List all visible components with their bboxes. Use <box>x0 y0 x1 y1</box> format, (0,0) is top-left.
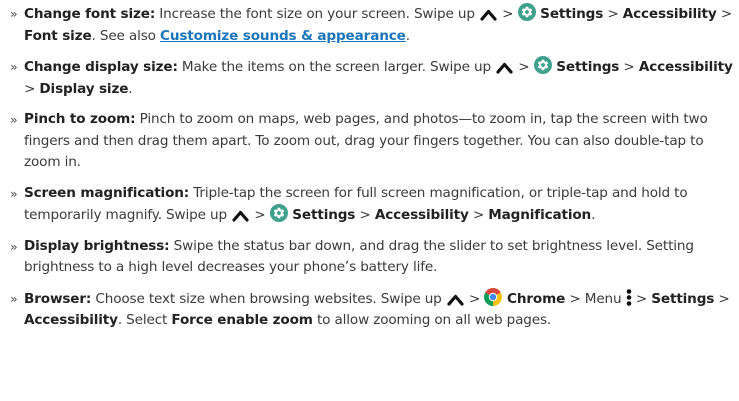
body-text: > <box>468 207 489 223</box>
chevron-up-icon <box>232 209 249 222</box>
bold-term: Font size <box>24 27 92 44</box>
chevron-up-icon <box>480 8 497 21</box>
item-text: Pinch to zoom: Pinch to zoom on maps, we… <box>24 109 735 174</box>
bold-term: Accessibility <box>24 312 118 328</box>
body-text: > <box>250 207 270 223</box>
bold-term: Screen magnification: <box>24 184 190 201</box>
body-text: > <box>619 59 639 75</box>
bold-term: Force enable zoom <box>171 312 313 328</box>
item-display-brightness: » Display brightness: Swipe the status ba… <box>10 236 735 279</box>
bold-term: Change font size: <box>24 6 156 22</box>
item-pinch-to-zoom: » Pinch to zoom: Pinch to zoom on maps, w… <box>10 109 735 174</box>
item-text: Browser: Choose text size when browsing … <box>24 287 735 332</box>
chrome-icon <box>484 287 503 306</box>
bold-term: Accessibility <box>622 6 717 22</box>
bold-term: Accessibility <box>638 59 733 75</box>
item-screen-magnification: » Screen magnification: Triple-tap the sc… <box>10 183 735 227</box>
body-text: > <box>716 6 732 22</box>
item-text: Screen magnification: Triple-tap the scr… <box>24 183 735 227</box>
bold-term: Settings <box>287 207 356 223</box>
body-text: > <box>631 290 652 307</box>
bold-term: Accessibility <box>374 207 469 223</box>
bullet-marker: » <box>10 238 18 254</box>
bullet-marker: » <box>10 290 18 306</box>
item-text: Change font size: Increase the font size… <box>24 3 735 47</box>
body-text: > <box>498 6 518 22</box>
body-text: . Select <box>117 312 172 328</box>
bold-term: Display size <box>39 80 129 97</box>
body-text: . <box>128 80 133 97</box>
accessibility-tips-list: » Change font size: Increase the font siz… <box>0 0 735 332</box>
body-text: Increase the font size on your screen. S… <box>155 6 479 22</box>
bold-term: Browser: <box>24 290 92 307</box>
item-text: Change display size: Make the items on t… <box>24 56 735 100</box>
chevron-up-icon <box>447 293 464 306</box>
bold-term: Pinch to zoom: <box>24 111 136 127</box>
settings-gear-icon <box>533 56 552 74</box>
bold-term: Settings <box>551 59 620 75</box>
bullet-marker: » <box>10 112 18 127</box>
body-text: . See also <box>91 27 161 44</box>
body-text: > <box>24 80 40 97</box>
item-change-font-size: » Change font size: Increase the font siz… <box>10 3 735 47</box>
body-text: > <box>714 290 730 307</box>
body-text: Make the items on the screen larger. Swi… <box>177 59 496 75</box>
bullet-marker: » <box>10 6 18 21</box>
item-text: Display brightness: Swipe the status bar… <box>24 236 735 279</box>
settings-gear-icon <box>517 3 536 21</box>
item-change-display-size: » Change display size: Make the items on … <box>10 56 735 100</box>
bold-term: Change display size: <box>24 59 178 75</box>
item-browser: » Browser: Choose text size when browsing… <box>10 287 735 332</box>
bold-term: Settings <box>535 6 604 22</box>
body-text: to allow zooming on all web pages. <box>312 312 552 328</box>
body-text: > <box>514 59 534 75</box>
body-text: > <box>355 207 375 223</box>
bullet-marker: » <box>10 185 18 201</box>
customize-sounds-link[interactable]: Customize sounds & appearance <box>160 28 406 44</box>
bold-term: Chrome <box>502 290 566 307</box>
body-text: . <box>405 27 410 44</box>
settings-gear-icon <box>269 204 288 222</box>
chevron-up-icon <box>496 61 513 74</box>
bold-term: Settings <box>651 290 715 307</box>
body-text: > Menu <box>565 290 626 307</box>
bold-term: Display brightness: <box>24 237 170 254</box>
body-text: . <box>591 207 596 223</box>
bold-term: Magnification <box>488 207 592 223</box>
bullet-marker: » <box>10 59 18 74</box>
body-text: Choose text size when browsing websites.… <box>91 290 446 307</box>
body-text: > <box>603 6 623 22</box>
body-text: > <box>464 290 485 307</box>
